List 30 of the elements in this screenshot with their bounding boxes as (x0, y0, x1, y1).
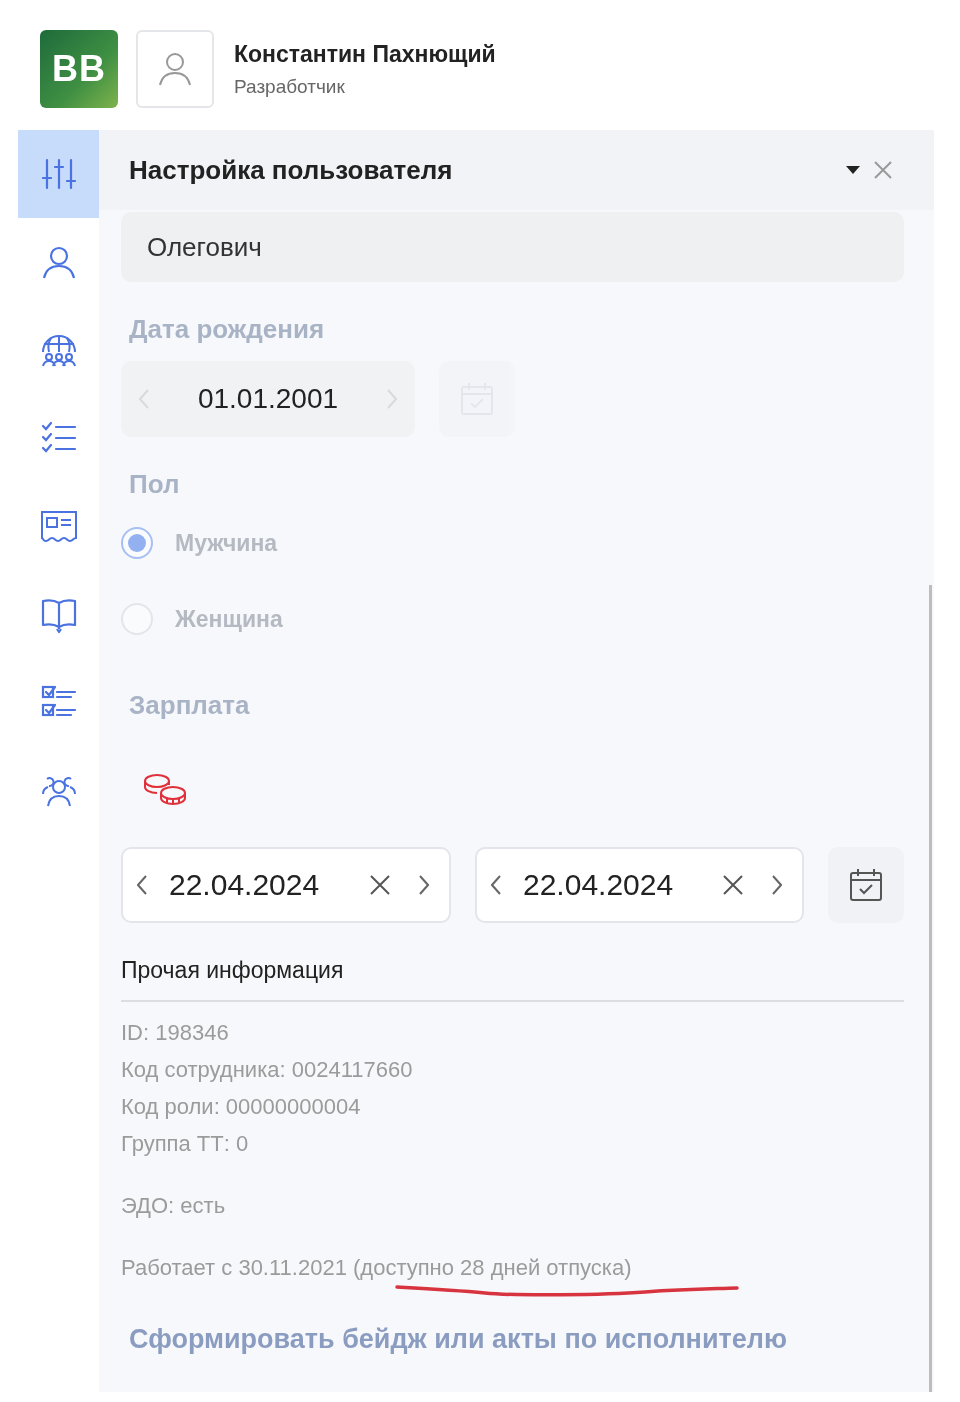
dropdown-icon[interactable] (846, 165, 860, 175)
chevron-right-icon[interactable] (772, 875, 782, 895)
date-field[interactable]: 22.04.2024 (121, 847, 451, 923)
calendar-icon (848, 867, 884, 903)
close-icon[interactable] (872, 159, 894, 181)
app-logo: BB (40, 30, 118, 108)
info-line: Группа ТТ: 0 (121, 1130, 250, 1158)
user-role: Разработчик (234, 75, 346, 98)
field-label: Зарплата (128, 690, 251, 721)
chevron-left-icon[interactable] (491, 875, 501, 895)
sidebar-item[interactable] (18, 130, 99, 218)
info-line: Код роли: 00000000004 (121, 1093, 362, 1121)
field-label: Пол (128, 469, 181, 500)
avatar-button[interactable] (136, 30, 214, 108)
patronymic-field[interactable]: Олегович (121, 212, 904, 282)
chevron-right-icon[interactable] (419, 875, 429, 895)
info-line: Работает с 30.11.2021 (доступно 28 дней отпуска) (121, 1255, 632, 1280)
info-line: ID: 198346 (121, 1019, 230, 1047)
panel-title: Настройка пользователя (129, 154, 454, 186)
date-field[interactable]: 22.04.2024 (475, 847, 804, 923)
calendar-button[interactable] (828, 847, 904, 923)
user-name: Константин Пахнющий (234, 40, 496, 68)
chevron-left-icon[interactable] (137, 875, 147, 895)
section-title: Прочая информация (121, 957, 904, 1002)
info-line: ЭДО: есть (121, 1192, 227, 1220)
coins-icon (143, 773, 187, 805)
clear-icon[interactable] (722, 874, 744, 896)
clear-icon[interactable] (369, 874, 391, 896)
info-line: Код сотрудника: 0024117660 (121, 1056, 414, 1084)
field-label: Дата рождения (128, 314, 326, 345)
